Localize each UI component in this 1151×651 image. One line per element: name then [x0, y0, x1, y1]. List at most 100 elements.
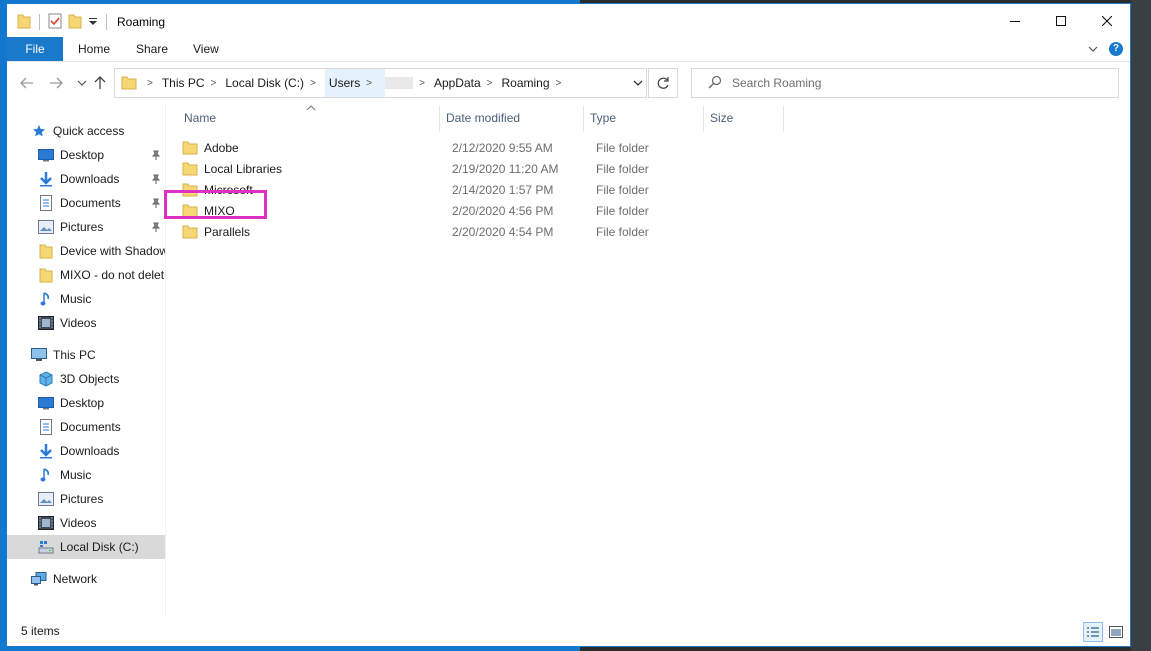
downloads-icon	[38, 171, 54, 187]
address-bar[interactable]: > This PC > Local Disk (C:) > Users > > App…	[114, 68, 647, 98]
details-view-button[interactable]	[1083, 622, 1103, 642]
breadcrumb-roaming[interactable]: Roaming >	[501, 69, 570, 97]
pin-icon[interactable]	[151, 149, 161, 163]
file-name-cell: Adobe	[182, 140, 239, 156]
file-type: File folder	[596, 225, 649, 239]
file-name: Parallels	[204, 225, 251, 239]
recent-locations-button[interactable]	[73, 74, 91, 92]
up-button[interactable]	[91, 74, 109, 92]
title-bar: Roaming	[7, 4, 1130, 37]
breadcrumb-this-pc[interactable]: This PC >	[162, 69, 226, 97]
customize-toolbar-icon[interactable]	[88, 13, 98, 32]
sidebar-item-music[interactable]: Music	[38, 287, 165, 311]
sidebar-item-downloads[interactable]: Downloads	[38, 167, 165, 191]
column-header-type[interactable]: Type	[584, 104, 702, 132]
file-list: Name Date modified Type Size Adobe 2/12/…	[166, 104, 1130, 616]
breadcrumb-users[interactable]: Users >	[324, 69, 386, 97]
window-title: Roaming	[117, 15, 166, 29]
date-modified: 2/19/2020 11:20 AM	[452, 162, 559, 176]
sidebar-item-music-pc[interactable]: Music	[38, 463, 165, 487]
folder-icon	[17, 13, 31, 32]
details-view-icon	[1087, 627, 1099, 637]
toolbar-separator	[106, 14, 107, 30]
sidebar-item-pictures-pc[interactable]: Pictures	[38, 487, 165, 511]
maximize-icon	[1056, 15, 1066, 26]
table-row[interactable]: Microsoft 2/14/2020 1:57 PM File folder	[182, 179, 832, 200]
help-button[interactable]: ?	[1109, 42, 1123, 56]
new-folder-icon[interactable]	[68, 13, 82, 32]
breadcrumb-separator[interactable]: >	[141, 69, 162, 97]
expand-ribbon-icon[interactable]	[1088, 43, 1098, 57]
sidebar-item-documents[interactable]: Documents	[38, 191, 165, 215]
sidebar-item-3d-objects[interactable]: 3D Objects	[38, 367, 165, 391]
pictures-icon	[38, 219, 54, 235]
sidebar-item-pictures[interactable]: Pictures	[38, 215, 165, 239]
sidebar-item-documents-pc[interactable]: Documents	[38, 415, 165, 439]
close-icon	[1102, 15, 1112, 26]
tab-view[interactable]: View	[179, 37, 233, 61]
sidebar-item-desktop[interactable]: Desktop	[38, 143, 165, 167]
search-icon	[708, 75, 722, 92]
folder-icon	[182, 182, 198, 198]
sidebar-item-desktop-pc[interactable]: Desktop	[38, 391, 165, 415]
pin-icon[interactable]	[151, 197, 161, 211]
chevron-down-icon	[77, 80, 87, 86]
desktop-edge	[1131, 0, 1151, 651]
downloads-icon	[38, 443, 54, 459]
column-header-name[interactable]: Name	[178, 104, 438, 132]
close-button[interactable]	[1084, 4, 1130, 37]
column-divider[interactable]	[783, 106, 784, 132]
date-modified: 2/14/2020 1:57 PM	[452, 183, 554, 197]
breadcrumb-local-disk[interactable]: Local Disk (C:) >	[225, 69, 325, 97]
pin-icon[interactable]	[151, 221, 161, 235]
file-name: Adobe	[204, 141, 239, 155]
table-row[interactable]: Local Libraries 2/19/2020 11:20 AM File …	[182, 158, 832, 179]
minimize-button[interactable]	[992, 4, 1038, 37]
breadcrumb-username[interactable]: >	[385, 69, 434, 97]
table-row[interactable]: Parallels 2/20/2020 4:54 PM File folder	[182, 221, 832, 242]
file-name-cell: Local Libraries	[182, 161, 282, 177]
sidebar-item-mixo-do-not-delete[interactable]: MIXO - do not delet	[38, 263, 165, 287]
column-header-date-modified[interactable]: Date modified	[440, 104, 582, 132]
file-type: File folder	[596, 141, 649, 155]
properties-icon[interactable]	[48, 13, 62, 32]
folder-icon	[38, 243, 54, 259]
search-box[interactable]	[691, 68, 1119, 98]
file-name-cell: Microsoft	[182, 182, 253, 198]
computer-icon	[31, 347, 47, 363]
sidebar-item-videos[interactable]: Videos	[38, 311, 165, 335]
sidebar-item-downloads-pc[interactable]: Downloads	[38, 439, 165, 463]
up-arrow-icon	[94, 76, 106, 89]
back-arrow-icon	[20, 77, 33, 89]
refresh-button[interactable]	[648, 68, 678, 98]
pin-icon[interactable]	[151, 173, 161, 187]
address-dropdown-button[interactable]	[632, 77, 644, 92]
breadcrumb-appdata[interactable]: AppData >	[434, 69, 502, 97]
file-type: File folder	[596, 183, 649, 197]
file-name: Microsoft	[204, 183, 253, 197]
videos-icon	[38, 515, 54, 531]
column-header-size[interactable]: Size	[704, 104, 782, 132]
sidebar-item-local-disk[interactable]: Local Disk (C:)	[7, 535, 165, 559]
date-modified: 2/20/2020 4:54 PM	[452, 225, 554, 239]
back-button[interactable]	[18, 74, 36, 92]
tab-home[interactable]: Home	[64, 37, 124, 61]
videos-icon	[38, 315, 54, 331]
search-input[interactable]	[732, 76, 1112, 90]
sidebar-item-videos-pc[interactable]: Videos	[38, 511, 165, 535]
tab-file[interactable]: File	[7, 37, 63, 61]
large-icons-view-button[interactable]	[1106, 622, 1126, 642]
maximize-button[interactable]	[1038, 4, 1084, 37]
folder-icon	[182, 203, 198, 219]
forward-button[interactable]	[47, 74, 65, 92]
file-name: Local Libraries	[204, 162, 283, 176]
table-row[interactable]: Adobe 2/12/2020 9:55 AM File folder	[182, 137, 832, 158]
date-modified: 2/12/2020 9:55 AM	[452, 141, 553, 155]
sidebar-item-device-with-shadow[interactable]: Device with Shadow	[38, 239, 165, 263]
folder-icon	[182, 224, 198, 240]
window-controls	[992, 4, 1130, 37]
desktop-icon	[38, 395, 54, 411]
table-row-mixo[interactable]: MIXO 2/20/2020 4:56 PM File folder	[182, 200, 832, 221]
tab-share[interactable]: Share	[122, 37, 182, 61]
documents-icon	[38, 419, 54, 435]
